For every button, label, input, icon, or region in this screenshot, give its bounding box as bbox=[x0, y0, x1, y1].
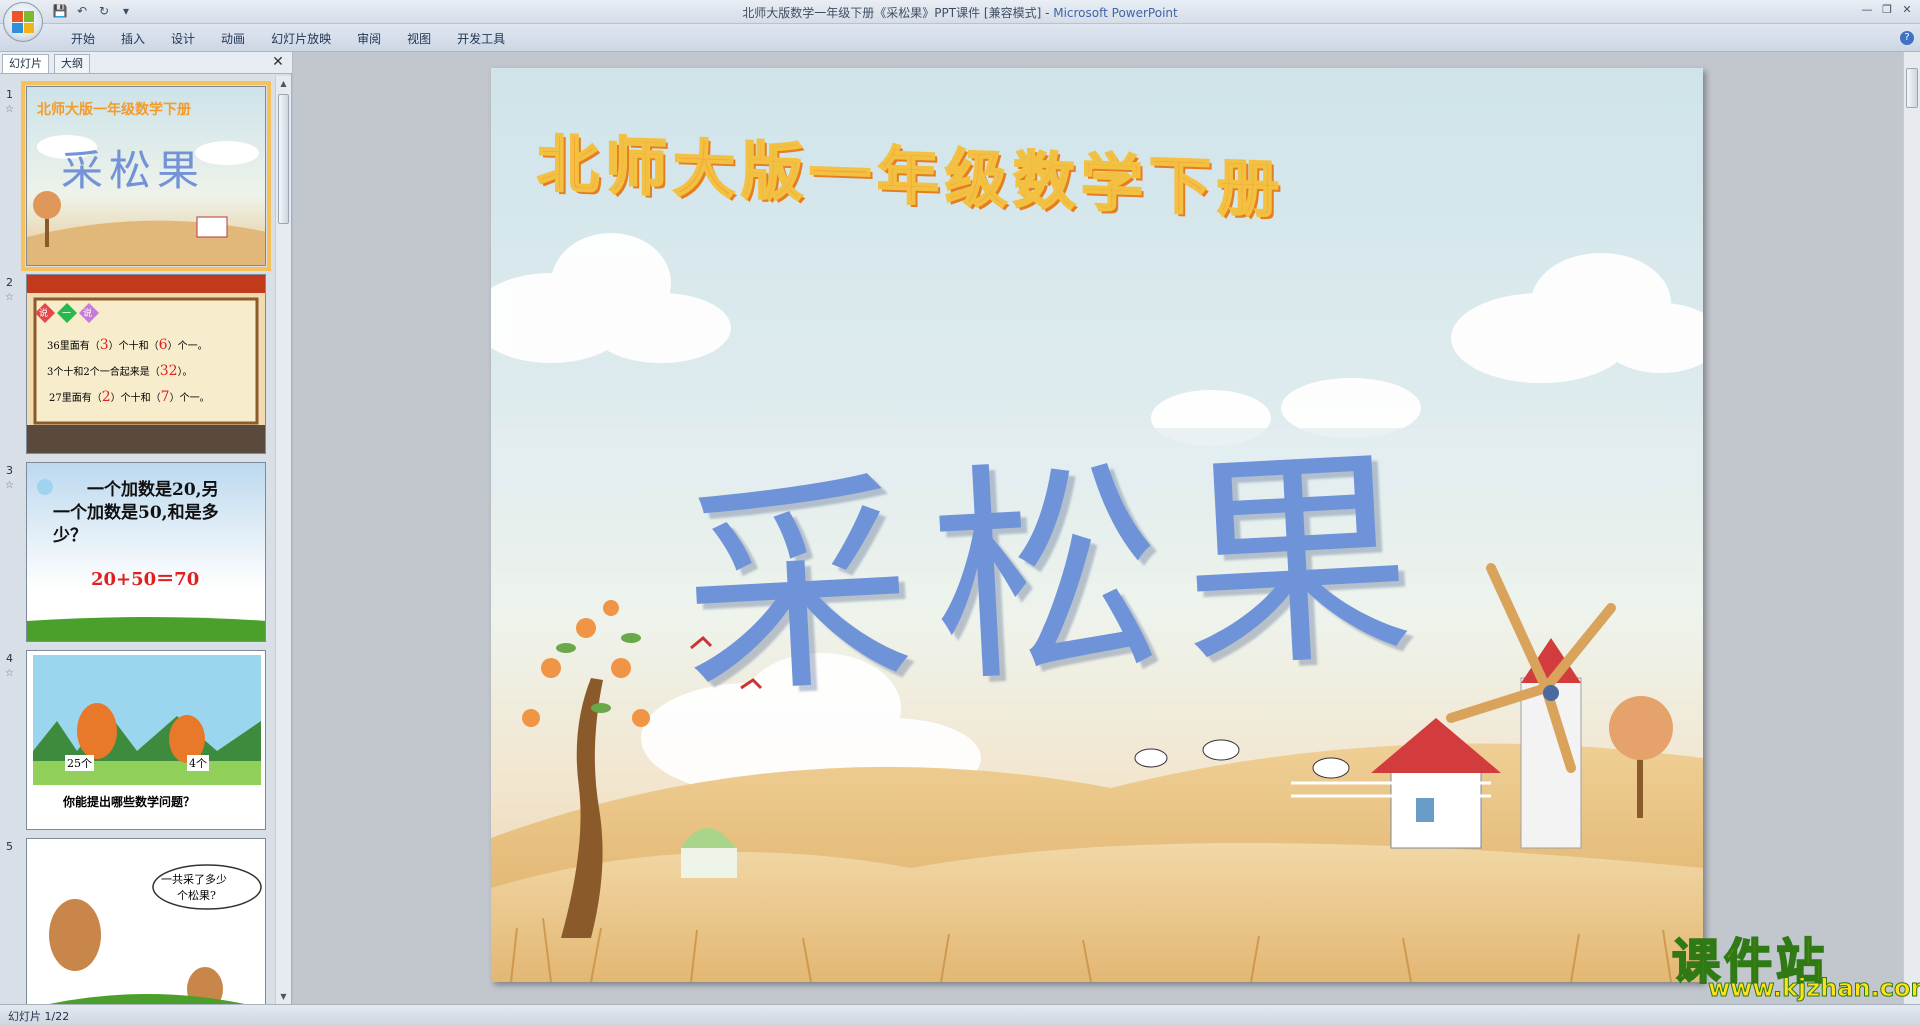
ribbon: 开始 插入 设计 动画 幻灯片放映 审阅 视图 开发工具 ? bbox=[0, 24, 1920, 52]
window-controls: — ❐ ✕ bbox=[1858, 2, 1916, 18]
thumbnail-scrollbar[interactable]: ▲ ▼ bbox=[275, 76, 291, 1004]
animation-star-icon: ☆ bbox=[5, 480, 14, 491]
question-line-2: 一个加数是50,和是多 bbox=[53, 503, 219, 523]
editor-scrollbar[interactable] bbox=[1903, 52, 1920, 1004]
animation-star-icon: ☆ bbox=[5, 104, 14, 115]
scrollbar-thumb[interactable] bbox=[278, 94, 289, 224]
answer-value: 3 bbox=[99, 337, 109, 353]
slide-number: 1 bbox=[6, 88, 13, 101]
badge-say-1: 说 bbox=[39, 309, 49, 319]
speech-bubble-line-2: 个松果? bbox=[177, 889, 216, 902]
document-title: 北师大版数学一年级下册《采松果》PPT课件 [兼容模式] - bbox=[742, 6, 1054, 20]
speech-bubble-line-1: 一共采了多少 bbox=[161, 873, 227, 886]
status-bar: 幻灯片 1/22 bbox=[0, 1004, 1920, 1025]
tab-slides[interactable]: 幻灯片 bbox=[2, 54, 49, 73]
tab-developer[interactable]: 开发工具 bbox=[444, 30, 518, 48]
scroll-up-icon[interactable]: ▲ bbox=[276, 76, 291, 91]
thumb-1-title: 采松果 bbox=[61, 146, 206, 195]
thumb-1-subtitle: 北师大版一年级数学下册 bbox=[37, 102, 191, 118]
slide-thumbnail-1[interactable]: 北师大版一年级数学下册 采松果 bbox=[21, 81, 271, 271]
badge-say-2: 说 bbox=[83, 309, 93, 319]
badge-one: 一 bbox=[62, 309, 72, 319]
title-bar: 💾 ↶ ↻ ▾ 北师大版数学一年级下册《采松果》PPT课件 [兼容模式] - M… bbox=[0, 0, 1920, 42]
line-text: ）个十和（ bbox=[110, 393, 161, 404]
slide-number: 3 bbox=[6, 464, 13, 477]
close-icon[interactable]: ✕ bbox=[1898, 2, 1916, 18]
tab-outline[interactable]: 大纲 bbox=[54, 54, 90, 73]
slide-number: 2 bbox=[6, 276, 13, 289]
thumbnail-5-graphic bbox=[27, 839, 265, 1004]
thumb-2-line-3: 27里面有（2）个十和（7）个一。 bbox=[49, 389, 210, 405]
window-title: 北师大版数学一年级下册《采松果》PPT课件 [兼容模式] - Microsoft… bbox=[0, 4, 1920, 21]
line-text: ）。 bbox=[177, 367, 193, 378]
slide-editor: 北师大版一年级数学下册 采松果 bbox=[293, 52, 1903, 1004]
thumb-2-line-1: 36里面有（3）个十和（6）个一。 bbox=[47, 337, 208, 353]
animation-star-icon: ☆ bbox=[5, 668, 14, 679]
close-icon[interactable]: ✕ bbox=[270, 54, 286, 70]
restore-icon[interactable]: ❐ bbox=[1878, 2, 1896, 18]
tab-design[interactable]: 设计 bbox=[158, 30, 208, 48]
slide-number: 4 bbox=[6, 652, 13, 665]
minimize-icon[interactable]: — bbox=[1858, 2, 1876, 18]
office-logo-icon bbox=[12, 11, 34, 33]
help-icon[interactable]: ? bbox=[1900, 31, 1914, 45]
office-button[interactable] bbox=[3, 2, 43, 42]
question-line-1: 一个加数是20,另 bbox=[87, 480, 219, 500]
slide-indicator: 幻灯片 1/22 bbox=[8, 1010, 70, 1023]
line-text: ）个十和（ bbox=[108, 341, 159, 352]
tab-view[interactable]: 视图 bbox=[394, 30, 444, 48]
thumbnail-list: 1 ☆ 北师大版一年级数学下册 采松果 2 ☆ 说 一 说 36里面有（3）个十… bbox=[0, 76, 276, 1004]
watermark-url: www.kjzhan.com bbox=[1707, 974, 1920, 1003]
answer-equation: 20+50＝70 bbox=[91, 569, 200, 590]
line-text: ）个一。 bbox=[167, 341, 208, 352]
line-text: 27里面有（ bbox=[49, 393, 102, 404]
answer-value: 6 bbox=[158, 337, 168, 353]
line-text: ）个一。 bbox=[169, 393, 210, 404]
slide-thumbnail-4[interactable]: 25个 4个 你能提出哪些数学问题？ bbox=[26, 650, 266, 830]
current-slide[interactable]: 北师大版一年级数学下册 采松果 bbox=[491, 68, 1703, 982]
answer-value: 2 bbox=[101, 389, 111, 405]
slide-title[interactable]: 采松果 bbox=[673, 369, 1439, 741]
line-text: 36里面有（ bbox=[47, 341, 100, 352]
tab-insert[interactable]: 插入 bbox=[108, 30, 158, 48]
count-label-b: 4个 bbox=[187, 755, 209, 771]
tab-animations[interactable]: 动画 bbox=[208, 30, 258, 48]
slide-thumbnail-5[interactable]: 一共采了多少 个松果? bbox=[26, 838, 266, 1004]
ribbon-tabs: 开始 插入 设计 动画 幻灯片放映 审阅 视图 开发工具 bbox=[58, 30, 518, 48]
line-text: 3个十和2个一合起来是（ bbox=[47, 367, 160, 378]
slides-panel: 幻灯片 大纲 ✕ 1 ☆ 北师大版一年级数学下册 采松果 2 ☆ 说 一 说 3… bbox=[0, 52, 292, 1004]
slide-thumbnail-2[interactable]: 说 一 说 36里面有（3）个十和（6）个一。 3个十和2个一合起来是（32）。… bbox=[26, 274, 266, 454]
app-name: Microsoft PowerPoint bbox=[1053, 6, 1178, 20]
panel-tabs: 幻灯片 大纲 ✕ bbox=[0, 52, 292, 74]
thumb-4-question: 你能提出哪些数学问题？ bbox=[63, 795, 196, 809]
answer-value: 7 bbox=[160, 389, 170, 405]
count-label-a: 25个 bbox=[65, 755, 94, 771]
question-line-3: 少？ bbox=[53, 526, 87, 546]
animation-star-icon: ☆ bbox=[5, 292, 14, 303]
tab-review[interactable]: 审阅 bbox=[344, 30, 394, 48]
slide-thumbnail-3[interactable]: 一个加数是20,另 一个加数是50,和是多 少？ 20+50＝70 bbox=[26, 462, 266, 642]
scroll-down-icon[interactable]: ▼ bbox=[276, 989, 291, 1004]
slide-number: 5 bbox=[6, 840, 13, 853]
tab-slideshow[interactable]: 幻灯片放映 bbox=[258, 30, 344, 48]
tab-home[interactable]: 开始 bbox=[58, 30, 108, 48]
thumb-2-line-2: 3个十和2个一合起来是（32）。 bbox=[47, 363, 193, 379]
scrollbar-thumb[interactable] bbox=[1906, 68, 1918, 108]
answer-value: 32 bbox=[159, 363, 178, 379]
site-watermark: 课件站 www.kjzhan.com bbox=[1671, 922, 1920, 1003]
